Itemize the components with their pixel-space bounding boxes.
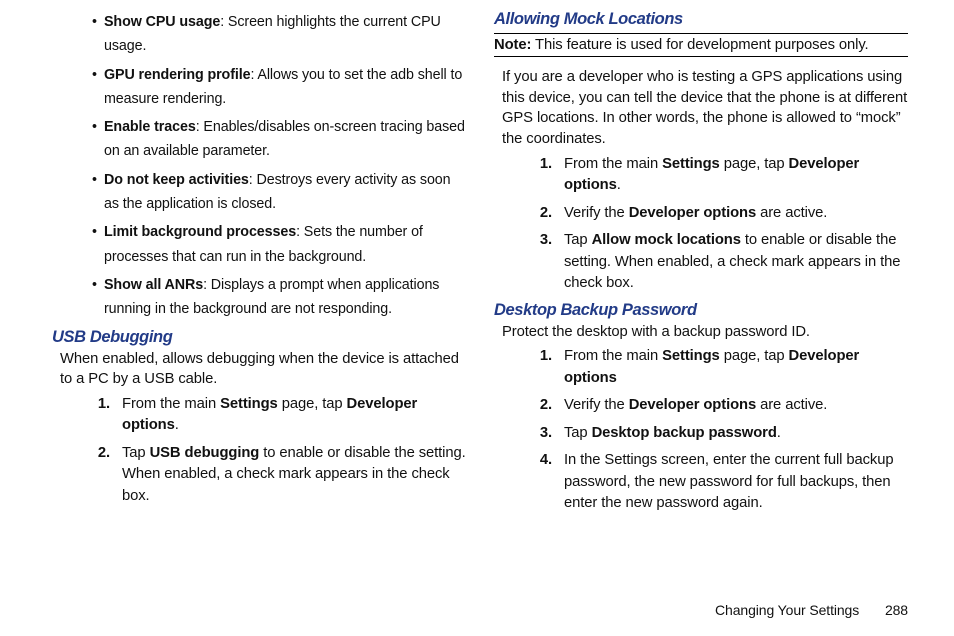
page-body: Show CPU usage: Screen highlights the cu… bbox=[0, 0, 954, 520]
term: GPU rendering profile bbox=[104, 67, 250, 83]
left-column: Show CPU usage: Screen highlights the cu… bbox=[52, 10, 466, 520]
right-column: Allowing Mock Locations Note: This featu… bbox=[494, 10, 908, 520]
list-item: Show CPU usage: Screen highlights the cu… bbox=[92, 10, 466, 59]
heading-desktop-backup: Desktop Backup Password bbox=[494, 301, 908, 320]
list-item: GPU rendering profile: Allows you to set… bbox=[92, 63, 466, 112]
term: Enable traces bbox=[104, 119, 196, 135]
section-title: Changing Your Settings bbox=[715, 602, 859, 618]
step: Verify the Developer options are active. bbox=[556, 203, 908, 224]
list-item: Show all ANRs: Displays a prompt when ap… bbox=[92, 273, 466, 322]
list-item: Enable traces: Enables/disables on-scree… bbox=[92, 115, 466, 164]
heading-mock-locations: Allowing Mock Locations bbox=[494, 10, 908, 29]
mock-intro: If you are a developer who is testing a … bbox=[502, 67, 908, 150]
step: Tap Allow mock locations to enable or di… bbox=[556, 230, 908, 294]
list-item: Limit background processes: Sets the num… bbox=[92, 220, 466, 269]
dev-options-bullets: Show CPU usage: Screen highlights the cu… bbox=[52, 10, 466, 322]
mock-steps: From the main Settings page, tap Develop… bbox=[494, 154, 908, 295]
page-number: 288 bbox=[885, 602, 908, 618]
term: Do not keep activities bbox=[104, 172, 249, 188]
note-text: This feature is used for development pur… bbox=[531, 37, 868, 53]
step: From the main Settings page, tap Develop… bbox=[556, 346, 908, 389]
page-footer: Changing Your Settings 288 bbox=[715, 602, 908, 618]
heading-usb-debugging: USB Debugging bbox=[52, 328, 466, 347]
note-box: Note: This feature is used for developme… bbox=[494, 33, 908, 57]
term: Limit background processes bbox=[104, 224, 296, 240]
term: Show CPU usage bbox=[104, 14, 220, 30]
step: Tap Desktop backup password. bbox=[556, 423, 908, 444]
usb-steps: From the main Settings page, tap Develop… bbox=[52, 394, 466, 507]
usb-intro: When enabled, allows debugging when the … bbox=[60, 349, 466, 390]
note-label: Note: bbox=[494, 37, 531, 53]
list-item: Do not keep activities: Destroys every a… bbox=[92, 168, 466, 217]
desktop-intro: Protect the desktop with a backup passwo… bbox=[502, 322, 908, 343]
step: Verify the Developer options are active. bbox=[556, 395, 908, 416]
step: In the Settings screen, enter the curren… bbox=[556, 450, 908, 514]
step: From the main Settings page, tap Develop… bbox=[114, 394, 466, 437]
step: Tap USB debugging to enable or disable t… bbox=[114, 443, 466, 507]
desktop-steps: From the main Settings page, tap Develop… bbox=[494, 346, 908, 514]
term: Show all ANRs bbox=[104, 277, 203, 293]
step: From the main Settings page, tap Develop… bbox=[556, 154, 908, 197]
